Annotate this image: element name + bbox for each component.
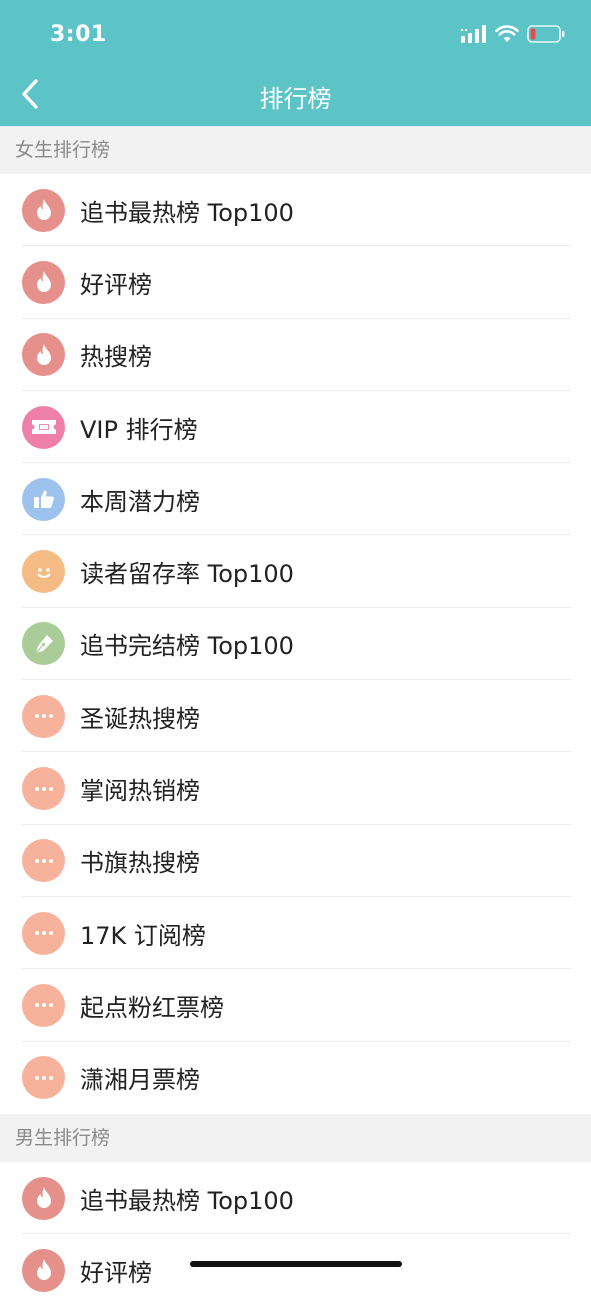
female-ranking-list: 追书最热榜 Top100 好评榜热搜榜 VIP 排行榜 本周潜力榜读者留存率 Top1…	[0, 174, 591, 1114]
list-item[interactable]: 追书完结榜 Top100	[0, 608, 591, 681]
section-header-male: 男生排行榜	[0, 1114, 591, 1162]
list-item[interactable]: 掌阅热销榜	[0, 752, 591, 825]
list-item-label: 好评榜	[80, 1258, 152, 1287]
list-item-label: 追书最热榜 Top100	[80, 198, 294, 227]
list-item[interactable]: 好评榜	[0, 1234, 591, 1306]
pen-icon	[22, 622, 65, 666]
more-icon	[22, 694, 65, 738]
list-item-label: 读者留存率 Top100	[80, 560, 294, 589]
thumbs-up-icon	[22, 477, 65, 521]
fire-icon	[22, 333, 65, 377]
list-item[interactable]: 书旗热搜榜	[0, 825, 591, 898]
list-item-label: 书旗热搜榜	[80, 849, 200, 878]
list-item-label: 本周潜力榜	[80, 487, 200, 516]
list-item-label: 潇湘月票榜	[80, 1066, 200, 1095]
list-item-label: 追书完结榜 Top100	[80, 632, 294, 661]
list-item-label: 好评榜	[80, 270, 152, 299]
list-item-label: 圣诞热搜榜	[80, 704, 200, 733]
section-header-female: 女生排行榜	[0, 126, 591, 174]
status-bar: 3:01	[0, 0, 591, 70]
list-item[interactable]: VIP 排行榜	[0, 391, 591, 464]
list-item-label: 17K 订阅榜	[80, 921, 206, 950]
list-item[interactable]: 17K 订阅榜	[0, 897, 591, 970]
more-icon	[22, 767, 65, 811]
list-item[interactable]: 起点粉红票榜	[0, 969, 591, 1042]
home-indicator	[190, 1261, 402, 1267]
more-icon	[22, 839, 65, 883]
smile-icon	[22, 550, 65, 594]
vip-ticket-icon	[22, 405, 65, 449]
list-item[interactable]: 好评榜	[0, 246, 591, 319]
status-time: 3:01	[50, 22, 107, 47]
list-item-label: VIP 排行榜	[80, 415, 198, 444]
list-item-label: 热搜榜	[80, 343, 152, 372]
battery-icon	[527, 24, 565, 48]
signal-icon	[461, 25, 487, 47]
more-icon	[22, 983, 65, 1027]
male-ranking-list: 追书最热榜 Top100 好评榜	[0, 1162, 591, 1307]
list-item[interactable]: 读者留存率 Top100	[0, 535, 591, 609]
status-icons	[461, 24, 565, 48]
list-item[interactable]: 本周潜力榜	[0, 463, 591, 536]
list-item-label: 追书最热榜 Top100	[80, 1186, 294, 1215]
list-item[interactable]: 潇湘月票榜	[0, 1042, 591, 1114]
list-item[interactable]: 追书最热榜 Top100	[0, 174, 591, 247]
app-header: 3:01 排行榜	[0, 0, 591, 126]
list-item[interactable]: 圣诞热搜榜	[0, 680, 591, 753]
more-icon	[22, 911, 65, 955]
list-item-label: 掌阅热销榜	[80, 777, 200, 806]
more-icon	[22, 1056, 65, 1100]
fire-icon	[22, 1176, 65, 1220]
wifi-icon	[495, 25, 519, 47]
list-item[interactable]: 热搜榜	[0, 319, 591, 392]
fire-icon	[22, 1248, 65, 1292]
list-item[interactable]: 追书最热榜 Top100	[0, 1162, 591, 1235]
list-item-label: 起点粉红票榜	[80, 993, 224, 1022]
fire-icon	[22, 260, 65, 304]
nav-bar: 排行榜	[0, 70, 591, 126]
page-title: 排行榜	[259, 85, 332, 113]
fire-icon	[22, 188, 65, 232]
